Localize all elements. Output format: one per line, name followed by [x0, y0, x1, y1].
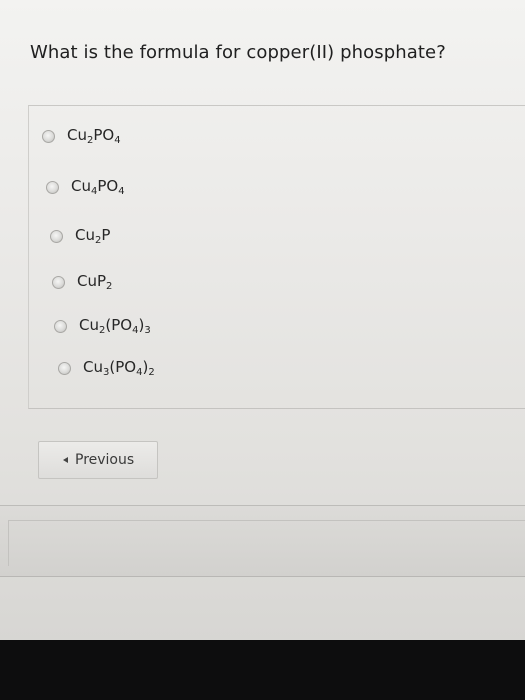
- previous-button[interactable]: Previous: [38, 441, 158, 479]
- radio-button[interactable]: [52, 275, 65, 289]
- question-text: What is the formula for copper(II) phosp…: [30, 42, 446, 63]
- option-cu2p[interactable]: Cu2P: [50, 224, 110, 248]
- lower-panel: [0, 505, 525, 577]
- radio-button[interactable]: [54, 319, 67, 333]
- option-label: Cu2(PO4)3: [79, 316, 151, 336]
- lower-panel-inner: [8, 520, 525, 566]
- triangle-left-icon: [63, 457, 68, 463]
- previous-label: Previous: [75, 452, 135, 468]
- option-cu2-po4-3[interactable]: Cu2(PO4)3: [54, 314, 151, 338]
- option-label: CuP2: [77, 272, 113, 292]
- option-cu4po4[interactable]: Cu4PO4: [46, 175, 125, 199]
- option-label: Cu2P: [75, 226, 111, 246]
- radio-button[interactable]: [58, 361, 71, 375]
- navigation-bar: Previous: [0, 407, 525, 497]
- option-cu3-po4-2[interactable]: Cu3(PO4)2: [58, 356, 155, 380]
- radio-button[interactable]: [42, 129, 55, 143]
- radio-button[interactable]: [50, 229, 63, 243]
- option-cu2po4[interactable]: Cu2PO4: [42, 124, 121, 148]
- quiz-screen: What is the formula for copper(II) phosp…: [0, 0, 525, 640]
- option-label: Cu2PO4: [67, 126, 121, 146]
- option-cup2[interactable]: CuP2: [52, 270, 112, 294]
- radio-button[interactable]: [46, 180, 59, 194]
- option-label: Cu3(PO4)2: [83, 358, 155, 378]
- option-label: Cu4PO4: [71, 177, 125, 197]
- monitor-bezel: [0, 640, 525, 700]
